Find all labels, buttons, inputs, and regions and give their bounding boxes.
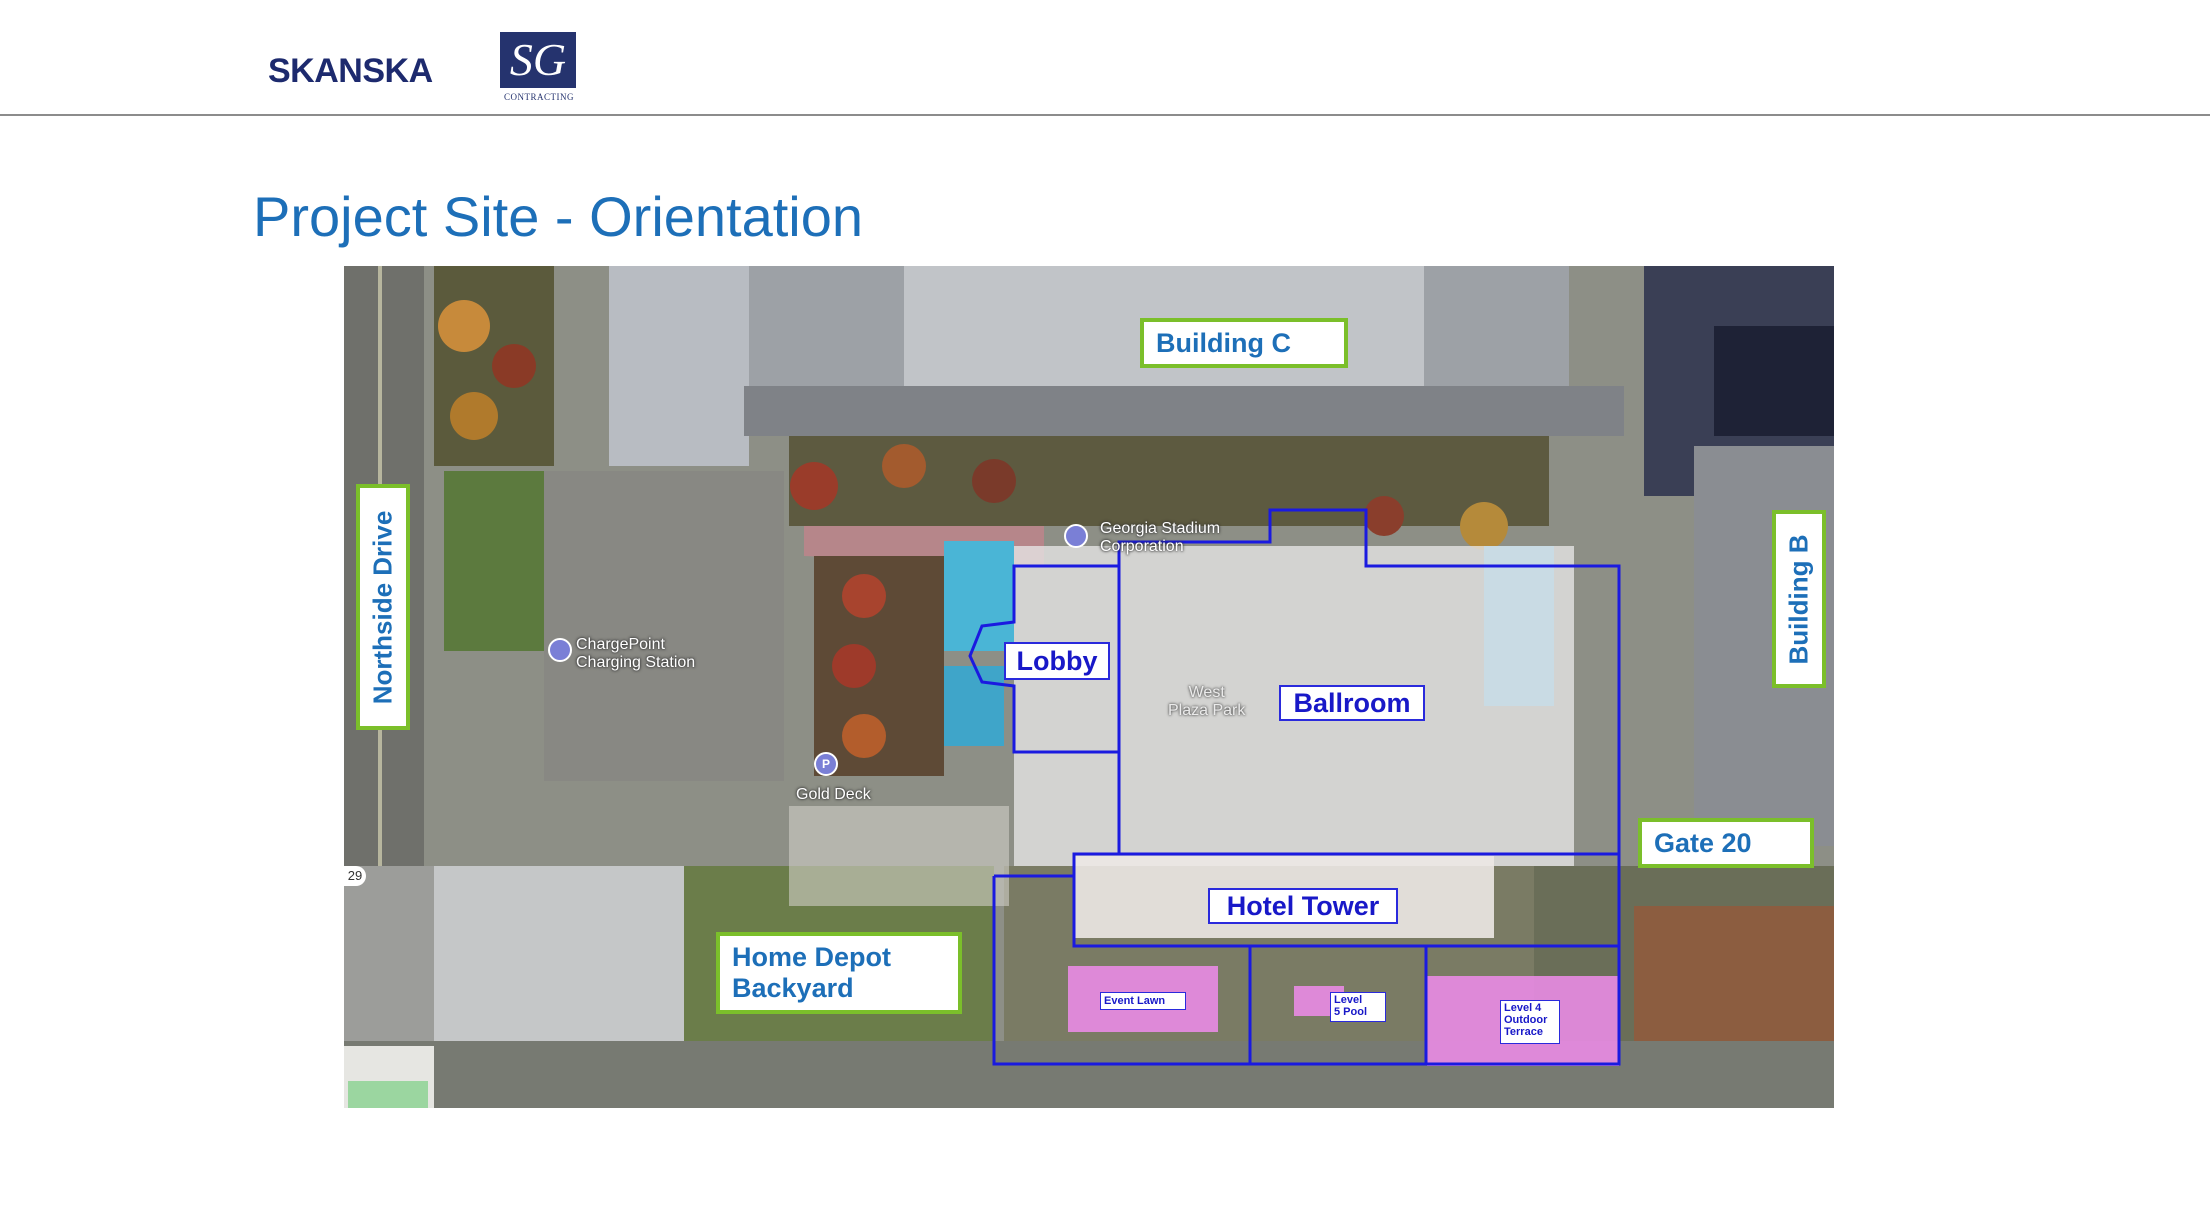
poi-west-plaza-park: West Plaza Park — [1168, 684, 1245, 720]
zone-level5-line1: Level — [1334, 994, 1363, 1006]
zone-label-ballroom: Ballroom — [1279, 685, 1425, 721]
label-building-b-text: Building B — [1783, 534, 1814, 664]
zone-label-lobby: Lobby — [1004, 642, 1110, 680]
zone-level4-line2: Outdoor — [1504, 1014, 1548, 1026]
zone-label-event-lawn: Event Lawn — [1100, 992, 1186, 1010]
poi-chargepoint-line1: ChargePoint — [576, 636, 665, 653]
zone-level5-line2: 5 Pool — [1334, 1006, 1368, 1018]
zone-level4-line3: Terrace — [1504, 1026, 1543, 1038]
label-home-depot-line1: Home Depot — [732, 942, 892, 972]
header-divider — [0, 114, 2210, 116]
parking-pin-icon: P — [814, 752, 838, 776]
label-building-b: Building B — [1772, 510, 1826, 688]
poi-georgia-stadium-line2: Corporation — [1100, 538, 1184, 555]
label-building-c: Building C — [1140, 318, 1348, 368]
charging-station-icon — [548, 638, 572, 662]
poi-west-plaza-line1: West — [1188, 684, 1225, 701]
zone-label-hotel-tower: Hotel Tower — [1208, 888, 1398, 924]
label-home-depot-line2: Backyard — [732, 973, 854, 1003]
page-title: Project Site - Orientation — [253, 185, 864, 248]
poi-gold-deck: Gold Deck — [796, 786, 871, 803]
site-map: Georgia Stadium Corporation ChargePoint … — [344, 266, 1834, 1108]
poi-chargepoint-line2: Charging Station — [576, 654, 696, 671]
label-northside-drive: Northside Drive — [356, 484, 410, 730]
poi-georgia-stadium: Georgia Stadium Corporation — [1100, 520, 1220, 556]
zone-level4-line1: Level 4 — [1504, 1002, 1542, 1014]
zone-label-level4-terrace: Level 4 Outdoor Terrace — [1500, 1000, 1560, 1044]
label-gate-20: Gate 20 — [1638, 818, 1814, 868]
header: SKANSKA SG CONTRACTING — [0, 0, 2210, 116]
skanska-logo: SKANSKA — [268, 52, 433, 90]
poi-west-plaza-line2: Plaza Park — [1168, 702, 1246, 719]
sg-logo-mark: SG — [500, 32, 576, 88]
sg-contracting-logo: SG CONTRACTING — [500, 32, 578, 102]
label-home-depot-backyard: Home Depot Backyard — [716, 932, 962, 1014]
poi-chargepoint: ChargePoint Charging Station — [576, 636, 695, 672]
label-northside-drive-text: Northside Drive — [367, 510, 398, 704]
aerial-map-graphic — [344, 266, 1834, 1108]
zone-label-level5-pool: Level 5 Pool — [1330, 992, 1386, 1022]
poi-georgia-stadium-line1: Georgia Stadium — [1100, 520, 1221, 537]
location-pin-icon — [1064, 524, 1088, 548]
route-shield-icon: 29 — [344, 866, 366, 886]
sg-logo-subtitle: CONTRACTING — [504, 92, 574, 102]
